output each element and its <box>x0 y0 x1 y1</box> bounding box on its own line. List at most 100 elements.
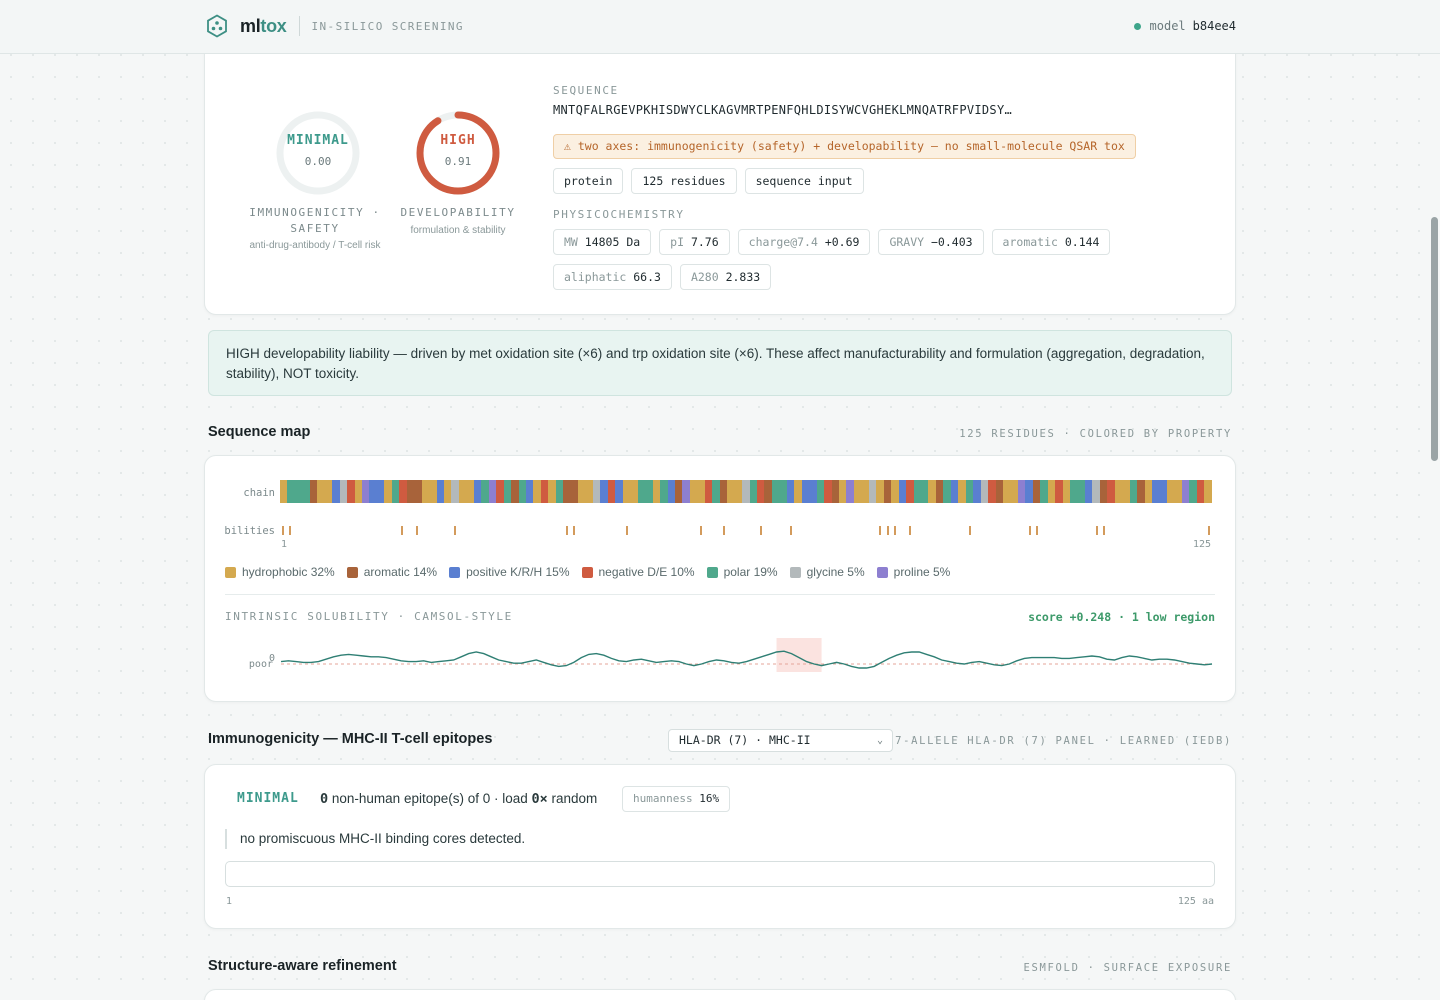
residue-cell[interactable] <box>1062 480 1071 503</box>
residue-cell[interactable] <box>727 480 735 503</box>
residue-chain-strip[interactable] <box>280 480 1212 503</box>
residue-cell[interactable] <box>1047 480 1056 503</box>
liability-tick[interactable] <box>909 526 912 535</box>
residue-cell[interactable] <box>973 480 981 503</box>
residue-cell[interactable] <box>287 480 295 503</box>
residue-cell[interactable] <box>481 480 489 503</box>
residue-cell[interactable] <box>742 480 750 503</box>
residue-cell[interactable] <box>816 480 825 503</box>
residue-cell[interactable] <box>451 480 459 503</box>
residue-cell[interactable] <box>354 480 362 503</box>
residue-cell[interactable] <box>324 480 333 503</box>
residue-cell[interactable] <box>443 480 452 503</box>
residue-cell[interactable] <box>421 480 430 503</box>
liability-tick[interactable] <box>565 526 568 535</box>
residue-cell[interactable] <box>1114 480 1123 503</box>
residue-cell[interactable] <box>1002 480 1011 503</box>
residue-cell[interactable] <box>689 480 698 503</box>
residue-cell[interactable] <box>1204 480 1212 503</box>
residue-cell[interactable] <box>809 480 817 503</box>
residue-cell[interactable] <box>570 480 579 503</box>
residue-cell[interactable] <box>309 480 318 503</box>
residue-cell[interactable] <box>548 480 556 503</box>
residue-cell[interactable] <box>712 480 720 503</box>
liability-tick[interactable] <box>282 526 284 535</box>
residue-cell[interactable] <box>600 480 608 503</box>
residue-cell[interactable] <box>563 480 571 503</box>
residue-cell[interactable] <box>1017 480 1026 503</box>
residue-cell[interactable] <box>607 480 616 503</box>
residue-cell[interactable] <box>630 480 638 503</box>
brand[interactable]: mltox IN-SILICO SCREENING <box>206 14 464 38</box>
liability-tick[interactable] <box>1028 526 1031 535</box>
residue-cell[interactable] <box>749 480 757 503</box>
liability-tick[interactable] <box>722 526 725 535</box>
residue-cell[interactable] <box>280 480 288 503</box>
residue-cell[interactable] <box>943 480 951 503</box>
residue-cell[interactable] <box>1077 480 1085 503</box>
residue-cell[interactable] <box>906 480 914 503</box>
residue-cell[interactable] <box>1070 480 1078 503</box>
residue-cell[interactable] <box>637 480 646 503</box>
residue-cell[interactable] <box>935 480 944 503</box>
residue-cell[interactable] <box>786 480 795 503</box>
residue-cell[interactable] <box>1084 480 1093 503</box>
liability-tick[interactable] <box>401 526 404 535</box>
residue-cell[interactable] <box>1092 480 1100 503</box>
residue-cell[interactable] <box>503 480 512 503</box>
residue-cell[interactable] <box>525 480 534 503</box>
residue-cell[interactable] <box>876 480 884 503</box>
residue-cell[interactable] <box>1166 480 1175 503</box>
residue-cell[interactable] <box>488 480 497 503</box>
residue-cell[interactable] <box>831 480 839 503</box>
liability-tick[interactable] <box>289 526 292 535</box>
residue-cell[interactable] <box>533 480 541 503</box>
residue-cell[interactable] <box>898 480 907 503</box>
residue-cell[interactable] <box>801 480 810 503</box>
liability-tick[interactable] <box>416 526 419 535</box>
residue-cell[interactable] <box>995 480 1003 503</box>
residue-cell[interactable] <box>704 480 713 503</box>
residue-cell[interactable] <box>988 480 996 503</box>
residue-cell[interactable] <box>846 480 854 503</box>
residue-cell[interactable] <box>794 480 802 503</box>
residue-cell[interactable] <box>1152 480 1160 503</box>
liability-tick[interactable] <box>886 526 889 535</box>
epitope-track[interactable] <box>225 861 1215 887</box>
residue-cell[interactable] <box>1025 480 1033 503</box>
liability-tick[interactable] <box>1103 526 1106 535</box>
residue-cell[interactable] <box>593 480 601 503</box>
residue-cell[interactable] <box>1174 480 1182 503</box>
residue-cell[interactable] <box>868 480 877 503</box>
residue-cell[interactable] <box>838 480 847 503</box>
residue-cell[interactable] <box>824 480 832 503</box>
residue-cell[interactable] <box>399 480 407 503</box>
residue-cell[interactable] <box>347 480 355 503</box>
residue-cell[interactable] <box>361 480 370 503</box>
residue-cell[interactable] <box>950 480 959 503</box>
residue-cell[interactable] <box>496 480 504 503</box>
residue-cell[interactable] <box>682 480 690 503</box>
residue-cell[interactable] <box>317 480 325 503</box>
residue-cell[interactable] <box>757 480 765 503</box>
residue-cell[interactable] <box>302 480 310 503</box>
liability-tick[interactable] <box>625 526 628 535</box>
residue-cell[interactable] <box>429 480 437 503</box>
residue-cell[interactable] <box>1159 480 1167 503</box>
residue-cell[interactable] <box>585 480 594 503</box>
residue-cell[interactable] <box>1181 480 1190 503</box>
residue-cell[interactable] <box>414 480 422 503</box>
residue-cell[interactable] <box>958 480 966 503</box>
residue-cell[interactable] <box>473 480 482 503</box>
residue-cell[interactable] <box>779 480 787 503</box>
residue-cell[interactable] <box>891 480 899 503</box>
low-solubility-region[interactable] <box>776 638 822 672</box>
liability-tick[interactable] <box>894 526 897 535</box>
residue-cell[interactable] <box>332 480 340 503</box>
liability-tick[interactable] <box>789 526 792 535</box>
residue-cell[interactable] <box>883 480 892 503</box>
liability-tick[interactable] <box>1095 526 1098 535</box>
residue-cell[interactable] <box>965 480 974 503</box>
residue-cell[interactable] <box>920 480 929 503</box>
residue-cell[interactable] <box>622 480 631 503</box>
